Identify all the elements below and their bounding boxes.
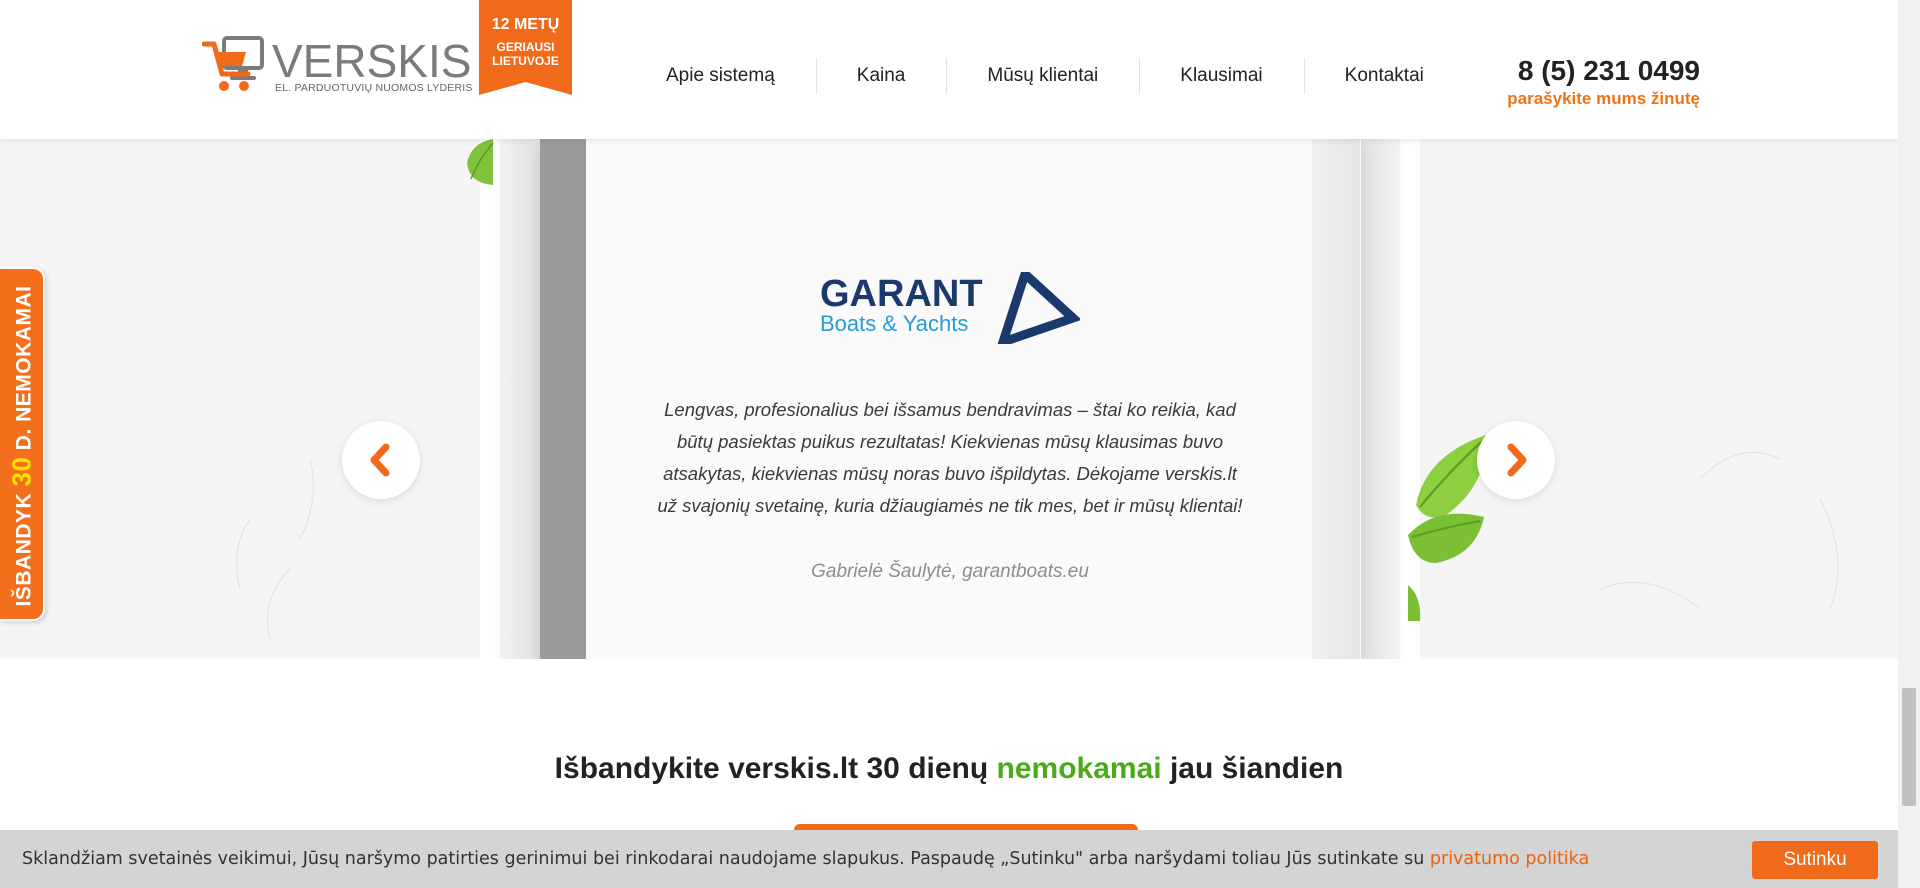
scrollbar-thumb[interactable] — [1902, 688, 1916, 806]
client-logo-subtitle: Boats & Yachts — [820, 311, 968, 336]
side-tab-label: IŠBANDYK 30 D. NEMOKAMAI — [7, 286, 38, 607]
badge-subtitle: GERIAUSI LIETUVOJE — [479, 40, 572, 68]
cta-heading-start: Išbandykite verskis.lt 30 dienų — [554, 752, 997, 785]
nav-item-kaina[interactable]: Kaina — [815, 58, 947, 94]
side-tab-suffix: D. NEMOKAMAI — [12, 285, 36, 457]
logo-tagline: EL. PARDUOTUVIŲ NUOMOS LYDERIS — [275, 82, 473, 94]
testimonials-section: GARANT Boats & Yachts Lengvas, profesion… — [0, 139, 1898, 659]
card-edge — [1312, 139, 1360, 659]
side-tab-prefix: IŠBANDYK — [12, 486, 36, 607]
nav-item-kontaktai[interactable]: Kontaktai — [1303, 58, 1465, 94]
nav-item-musu-klientai[interactable]: Mūsų klientai — [946, 58, 1139, 94]
leaf-icon — [467, 139, 494, 185]
nav-item-apie-sistema[interactable]: Apie sistemą — [625, 58, 816, 94]
nav-item-klausimai[interactable]: Klausimai — [1139, 58, 1303, 94]
client-logo: GARANT Boats & Yachts — [820, 272, 1080, 344]
carousel-next-button[interactable] — [1477, 421, 1555, 499]
logo-wordmark: VERSKIS — [272, 35, 472, 87]
cookie-text: Sklandžiam svetainės veikimui, Jūsų narš… — [22, 849, 1430, 869]
phone-number[interactable]: 8 (5) 231 0499 — [1500, 55, 1700, 87]
badge-years: 12 METŲ — [491, 16, 560, 33]
testimonial-quote: Lengvas, profesionalius bei išsamus bend… — [657, 399, 1243, 516]
chevron-left-icon — [370, 443, 390, 477]
main-nav: Apie sistemą Kaina Mūsų klientai Klausim… — [625, 58, 1465, 94]
chevron-right-icon — [1507, 443, 1527, 477]
verskis-logo[interactable]: VERSKIS EL. PARDUOTUVIŲ NUOMOS LYDERIS — [202, 34, 472, 98]
cookie-banner: Sklandžiam svetainės veikimui, Jūsų narš… — [0, 830, 1898, 888]
cta-heading-end: jau šiandien — [1161, 752, 1344, 785]
privacy-policy-link[interactable]: privatumo politika — [1430, 849, 1589, 869]
accept-cookies-button[interactable]: Sutinku — [1752, 841, 1878, 879]
page-scrollbar[interactable] — [1898, 0, 1920, 888]
testimonial-author: Gabrielė Šaulytė, garantboats.eu — [811, 561, 1089, 582]
cookie-message: Sklandžiam svetainės veikimui, Jūsų narš… — [22, 849, 1589, 869]
contact-block: 8 (5) 231 0499 parašykite mums žinutę — [1500, 55, 1700, 109]
badge-line-2: GERIAUSI — [496, 40, 555, 54]
carousel-prev-button[interactable] — [342, 421, 420, 499]
cta-heading-highlight: nemokamai — [996, 752, 1162, 785]
cart-monitor-icon — [202, 36, 264, 91]
years-badge: 12 METŲ GERIAUSI LIETUVOJE — [479, 0, 572, 95]
site-header: VERSKIS EL. PARDUOTUVIŲ NUOMOS LYDERIS 1… — [0, 0, 1898, 139]
client-logo-title: GARANT — [820, 273, 983, 315]
free-trial-side-tab[interactable]: IŠBANDYK 30 D. NEMOKAMAI — [0, 267, 45, 621]
side-tab-days: 30 — [6, 456, 37, 487]
badge-line-3: LIETUVOJE — [492, 54, 559, 68]
message-link[interactable]: parašykite mums žinutę — [1500, 89, 1700, 109]
cta-heading: Išbandykite verskis.lt 30 dienų nemokama… — [0, 752, 1898, 786]
